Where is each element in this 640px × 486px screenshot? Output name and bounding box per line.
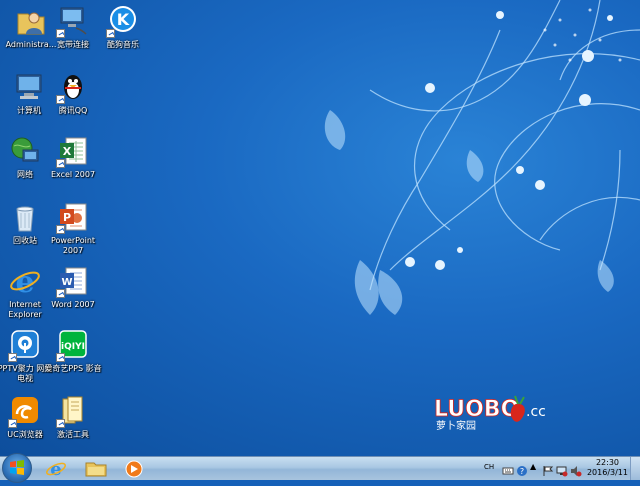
start-button[interactable]	[2, 453, 32, 483]
logo-subtitle: 萝卜家园	[436, 419, 476, 432]
user-folder-icon	[14, 4, 48, 38]
broadband-connection-icon	[56, 4, 90, 38]
taskbar-explorer[interactable]	[80, 458, 112, 479]
svg-text:e: e	[15, 265, 34, 298]
shortcut-arrow-icon	[106, 29, 115, 38]
desktop-icon-label: Excel 2007	[50, 170, 96, 179]
desktop-icon-kugou[interactable]: K 酷狗音乐	[94, 4, 152, 50]
clock-time: 22:30	[595, 458, 620, 467]
pptv-icon	[8, 328, 42, 362]
svg-text:iQIYI: iQIYI	[61, 342, 85, 352]
folder-icon	[56, 394, 90, 428]
desktop-icon-powerpoint[interactable]: P PowerPoint 2007	[44, 200, 102, 256]
shortcut-arrow-icon	[56, 225, 65, 234]
qq-penguin-icon	[56, 70, 90, 104]
clock[interactable]: 22:30 2016/3/11	[587, 458, 628, 478]
computer-icon	[12, 70, 46, 104]
language-indicator[interactable]: CH	[484, 463, 494, 471]
kugou-music-icon: K	[106, 4, 140, 38]
shortcut-arrow-icon	[56, 159, 65, 168]
clock-date: 2016/3/11	[586, 468, 628, 477]
logo-domain-suffix: .cc	[526, 404, 546, 420]
desktop-icon-label: 酷狗音乐	[107, 40, 139, 49]
taskbar-internet-explorer[interactable]: e	[40, 458, 72, 480]
svg-text:K: K	[117, 10, 130, 29]
desktop-icon-word[interactable]: W Word 2007	[44, 264, 102, 310]
excel-icon: X	[56, 134, 90, 168]
volume-icon[interactable]	[570, 462, 582, 481]
shortcut-arrow-icon	[8, 353, 17, 362]
desktop-icon-iqiyi[interactable]: iQIYI 爱奇艺PPS 影音	[44, 328, 102, 374]
uc-browser-icon	[8, 394, 42, 428]
windows-logo-icon	[10, 460, 24, 475]
keyboard-icon[interactable]	[502, 462, 514, 481]
svg-text:W: W	[61, 277, 72, 288]
desktop-icon-activation-tool[interactable]: 激活工具	[44, 394, 102, 440]
recycle-bin-icon	[8, 200, 42, 234]
shortcut-arrow-icon	[56, 353, 65, 362]
desktop-icon-label: 激活工具	[57, 430, 89, 439]
powerpoint-icon: P	[56, 200, 90, 234]
desktop-icon-label: PowerPoint 2007	[50, 236, 96, 255]
taskbar-media-player[interactable]	[118, 458, 150, 479]
internet-explorer-icon: e	[46, 459, 66, 480]
network-globe-icon	[8, 134, 42, 168]
desktop[interactable]: Administra... 计算机 网络 回收站 e Internet Expl…	[0, 0, 640, 456]
internet-explorer-icon: e	[8, 264, 42, 300]
desktop-icon-label: Word 2007	[51, 300, 95, 309]
shortcut-arrow-icon	[56, 95, 65, 104]
svg-text:X: X	[63, 145, 72, 158]
iqiyi-icon: iQIYI	[56, 328, 90, 362]
svg-text:P: P	[63, 211, 71, 224]
media-player-icon	[125, 460, 143, 478]
luobo-logo: LUOBO .cc 萝卜家园	[432, 392, 552, 438]
network-status-icon[interactable]	[556, 462, 568, 481]
chevron-up-icon[interactable]: ▲	[530, 462, 536, 471]
svg-text:?: ?	[520, 467, 524, 476]
taskbar: e CH ? ▲ 22:30 2016/3/11	[0, 453, 640, 483]
shortcut-arrow-icon	[56, 29, 65, 38]
word-icon: W	[56, 264, 90, 298]
desktop-icon-excel[interactable]: X Excel 2007	[44, 134, 102, 180]
desktop-icon-label: 爱奇艺PPS 影音	[44, 364, 102, 373]
folder-icon	[85, 462, 107, 477]
desktop-icon-qq[interactable]: 腾讯QQ	[44, 70, 102, 116]
help-icon[interactable]: ?	[516, 462, 528, 481]
desktop-icon-label: 腾讯QQ	[58, 106, 88, 115]
logo-text: LUOBO	[434, 397, 519, 422]
shortcut-arrow-icon	[8, 419, 17, 428]
system-tray: CH ? ▲ 22:30 2016/3/11	[480, 457, 640, 481]
show-desktop-button[interactable]	[630, 457, 640, 480]
action-center-flag-icon[interactable]	[542, 462, 554, 481]
shortcut-arrow-icon	[56, 419, 65, 428]
shortcut-arrow-icon	[56, 289, 65, 298]
svg-text:e: e	[50, 459, 61, 479]
